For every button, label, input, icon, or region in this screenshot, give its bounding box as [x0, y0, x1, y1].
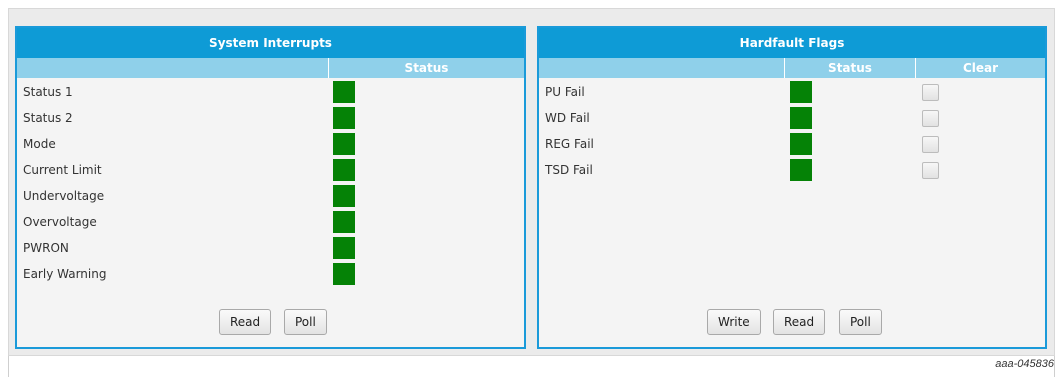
table-row: PU Fail — [539, 80, 1045, 106]
clear-checkbox[interactable] — [922, 110, 939, 127]
column-header-clear: Clear — [915, 58, 1045, 78]
read-button[interactable]: Read — [773, 309, 826, 335]
row-label: Early Warning — [23, 267, 107, 281]
hardfault-flags-panel: Hardfault Flags Status Clear PU Fail WD F… — [537, 26, 1047, 349]
status-indicator — [790, 107, 812, 129]
status-indicator — [790, 81, 812, 103]
status-indicator — [333, 211, 355, 233]
status-indicator — [333, 81, 355, 103]
poll-button[interactable]: Poll — [284, 309, 327, 335]
row-label: TSD Fail — [545, 163, 593, 177]
poll-button[interactable]: Poll — [839, 309, 882, 335]
table-row: PWRON — [17, 236, 524, 262]
status-indicator — [333, 133, 355, 155]
table-row: Mode — [17, 132, 524, 158]
column-header-status: Status — [784, 58, 915, 78]
clear-checkbox[interactable] — [922, 162, 939, 179]
system-interrupts-panel: System Interrupts Status Status 1 Status … — [15, 26, 526, 349]
panel-title: Hardfault Flags — [539, 28, 1045, 58]
column-header-status: Status — [328, 58, 524, 78]
table-header: Status — [17, 58, 524, 78]
divider — [1054, 356, 1055, 377]
clear-checkbox[interactable] — [922, 84, 939, 101]
table-row: Early Warning — [17, 262, 524, 288]
row-label: Undervoltage — [23, 189, 105, 203]
status-indicator — [333, 185, 355, 207]
table-row: Status 1 — [17, 80, 524, 106]
row-label: WD Fail — [545, 111, 590, 125]
row-label: Status 2 — [23, 111, 73, 125]
clear-checkbox[interactable] — [922, 136, 939, 153]
write-button[interactable]: Write — [707, 309, 761, 335]
column-header-name — [17, 58, 328, 78]
table-row: Overvoltage — [17, 210, 524, 236]
status-indicator — [333, 159, 355, 181]
divider — [8, 356, 9, 377]
table-row: Current Limit — [17, 158, 524, 184]
row-label: REG Fail — [545, 137, 594, 151]
read-button[interactable]: Read — [219, 309, 272, 335]
status-indicator — [333, 237, 355, 259]
row-label: Overvoltage — [23, 215, 97, 229]
panel-title: System Interrupts — [17, 28, 524, 58]
status-indicator — [333, 263, 355, 285]
table-row: REG Fail — [539, 132, 1045, 158]
row-label: PWRON — [23, 241, 69, 255]
status-indicator — [790, 159, 812, 181]
status-indicator — [790, 133, 812, 155]
column-header-name — [539, 58, 784, 78]
table-header: Status Clear — [539, 58, 1045, 78]
table-row: Status 2 — [17, 106, 524, 132]
table-row: WD Fail — [539, 106, 1045, 132]
row-label: PU Fail — [545, 85, 585, 99]
status-indicator — [333, 107, 355, 129]
row-label: Mode — [23, 137, 56, 151]
row-label: Status 1 — [23, 85, 73, 99]
table-row: TSD Fail — [539, 158, 1045, 184]
row-label: Current Limit — [23, 163, 102, 177]
figure-caption: aaa-045836 — [995, 358, 1054, 370]
table-row: Undervoltage — [17, 184, 524, 210]
